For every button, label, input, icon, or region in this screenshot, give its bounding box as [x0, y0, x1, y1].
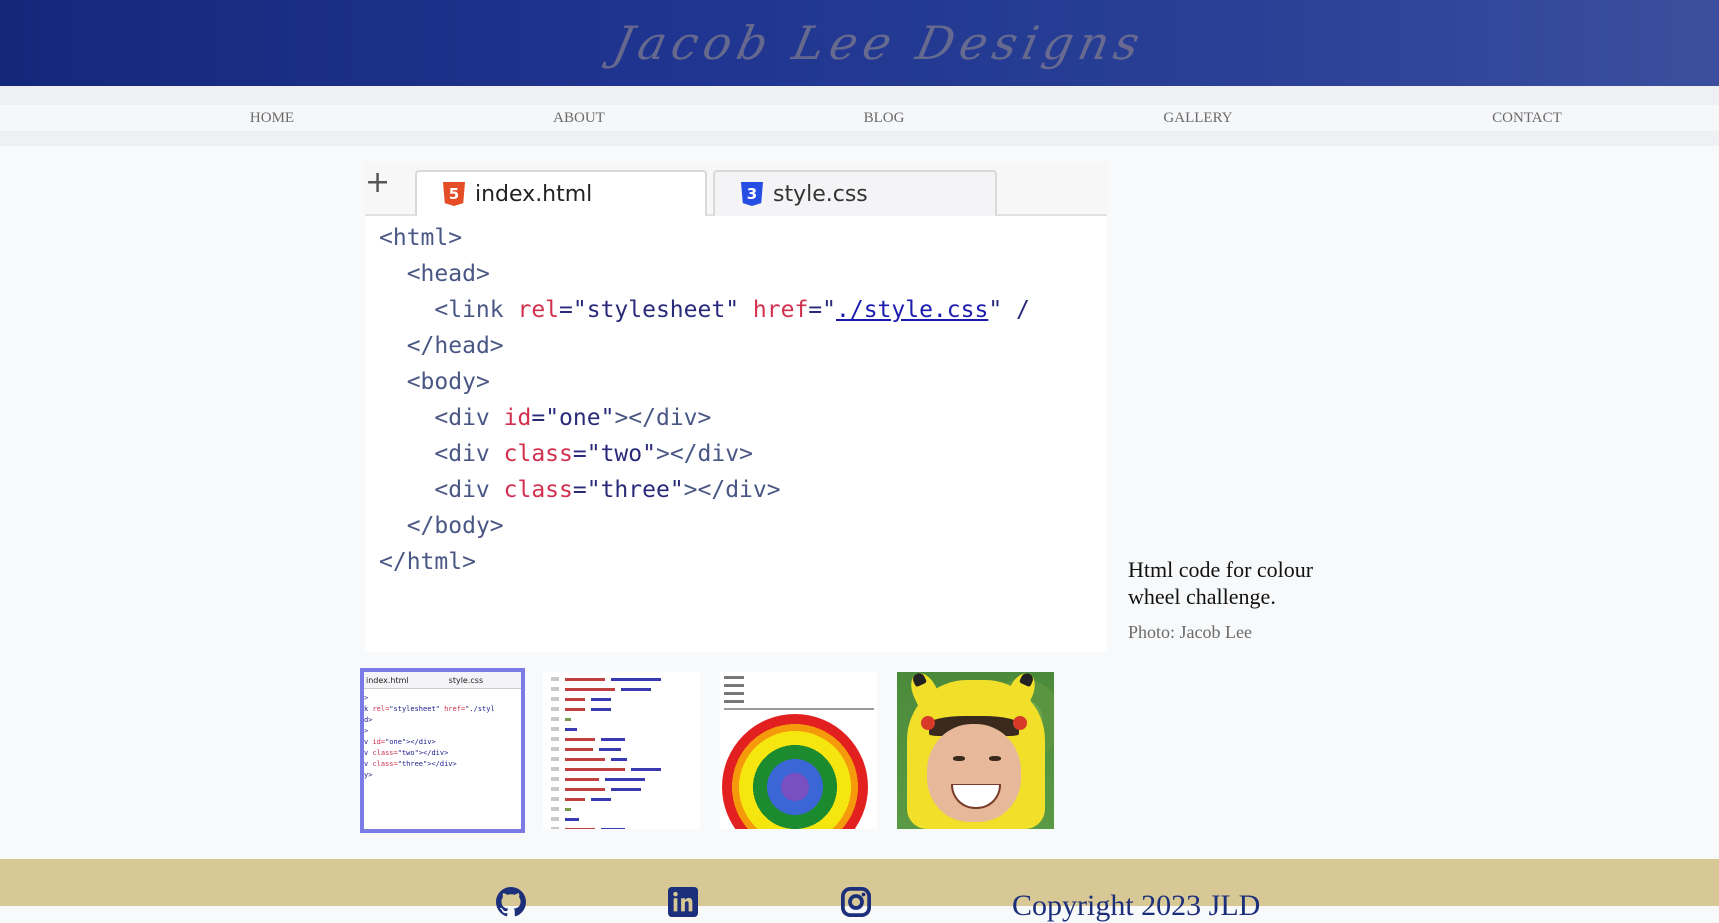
portrait-photo [897, 672, 1054, 829]
code-token: rel [517, 297, 560, 323]
code-token: <div [434, 477, 504, 503]
mini-code-line: > [364, 694, 369, 702]
code-line: <body> [379, 364, 1107, 400]
mini-tabbar: index.html style.css [364, 672, 521, 689]
code-token: <html> [379, 225, 463, 251]
html5-icon: 5 [443, 182, 465, 206]
code-token: <div [434, 405, 504, 431]
code-token: href [752, 297, 809, 323]
editor-tab-index: 5 index.html [415, 170, 707, 216]
editor-tab-style: 3 style.css [713, 170, 997, 216]
code-token: ></div> [655, 441, 753, 467]
code-line: <div class="two"></div> [379, 436, 1107, 472]
site-header: Jacob Lee Designs [0, 0, 1719, 86]
code-token: ="two" [572, 441, 656, 467]
nav-home[interactable]: HOME [250, 105, 294, 131]
thumbnail-html-code[interactable]: index.html style.css > k rel="stylesheet… [360, 668, 525, 833]
code-line: <div id="one"></div> [379, 400, 1107, 436]
mini-code-line: d> [364, 716, 373, 724]
thumbnail-css-code[interactable] [543, 672, 700, 829]
nav-contact[interactable]: CONTACT [1492, 105, 1562, 131]
editor-tabbar: + 5 index.html 3 style.css [365, 162, 1107, 216]
mini-code-line: v id="one"></div> [364, 738, 436, 746]
code-line: </head> [379, 328, 1107, 364]
thumbnail-strip: index.html style.css > k rel="stylesheet… [360, 668, 1060, 834]
mini-code-line: v class="two"></div> [364, 749, 449, 757]
colour-wheel-image [722, 714, 868, 829]
code-token: ></div> [683, 477, 781, 503]
mini-code-line: k rel="stylesheet" href="./styl [364, 705, 495, 713]
code-token: =" [808, 297, 836, 323]
nav-gallery[interactable]: GALLERY [1163, 105, 1232, 131]
css-code-preview [543, 672, 700, 829]
caption-credit: Photo: Jacob Lee [1128, 622, 1252, 642]
instagram-icon[interactable] [841, 887, 871, 917]
code-token: " / [988, 297, 1030, 323]
code-block: <html> <head> <link rel="stylesheet" hre… [379, 220, 1107, 580]
code-token: ="stylesheet" [559, 297, 753, 323]
mini-tab-label: index.html [366, 675, 409, 685]
code-token: </head> [406, 333, 504, 359]
code-token: </html> [379, 549, 476, 575]
css3-icon: 3 [741, 182, 763, 206]
editor-tab-label: index.html [475, 181, 593, 207]
code-token: ./style.css [836, 297, 989, 323]
mini-tab-label: style.css [448, 675, 484, 685]
new-tab-icon: + [365, 165, 391, 200]
image-caption: Html code for colour wheel challenge. Ph… [1128, 556, 1368, 643]
linkedin-icon[interactable] [668, 887, 698, 917]
nav-blog[interactable]: BLOG [864, 105, 905, 131]
code-line: </body> [379, 508, 1107, 544]
code-line: </html> [379, 544, 1107, 580]
code-token: ="one" [531, 405, 615, 431]
code-token: </body> [406, 513, 504, 539]
gallery-main-image[interactable]: + 5 index.html 3 style.css <html> <head>… [365, 162, 1107, 652]
mini-code-line: > [364, 727, 369, 735]
code-line: <head> [379, 256, 1107, 292]
thumbnail-portrait[interactable] [897, 672, 1054, 829]
code-token: <div [434, 441, 504, 467]
nav-about[interactable]: ABOUT [553, 105, 605, 131]
github-icon[interactable] [496, 887, 526, 917]
code-token: ></div> [614, 405, 712, 431]
editor-tab-label: style.css [773, 181, 868, 207]
code-token: id [503, 405, 532, 431]
mini-code-line: v class="three"></div> [364, 760, 457, 768]
code-token: ="three" [572, 477, 684, 503]
caption-title: Html code for colour wheel challenge. [1128, 557, 1314, 609]
copyright-text: Copyright 2023 JLD [1012, 889, 1261, 922]
code-token: <link [434, 297, 518, 323]
code-line: <html> [379, 220, 1107, 256]
thumbnail-colour-wheel[interactable] [720, 672, 877, 829]
code-token: class [503, 477, 573, 503]
code-token: <head> [406, 261, 490, 287]
mini-code-line: y> [364, 771, 373, 779]
code-token: <body> [406, 369, 490, 395]
main-nav: HOME ABOUT BLOG GALLERY CONTACT [0, 105, 1719, 131]
code-token: class [503, 441, 573, 467]
code-line: <link rel="stylesheet" href="./style.css… [379, 292, 1107, 328]
rainbow-page-text [720, 672, 877, 719]
site-logo[interactable]: Jacob Lee Designs [11, 0, 1719, 86]
code-line: <div class="three"></div> [379, 472, 1107, 508]
